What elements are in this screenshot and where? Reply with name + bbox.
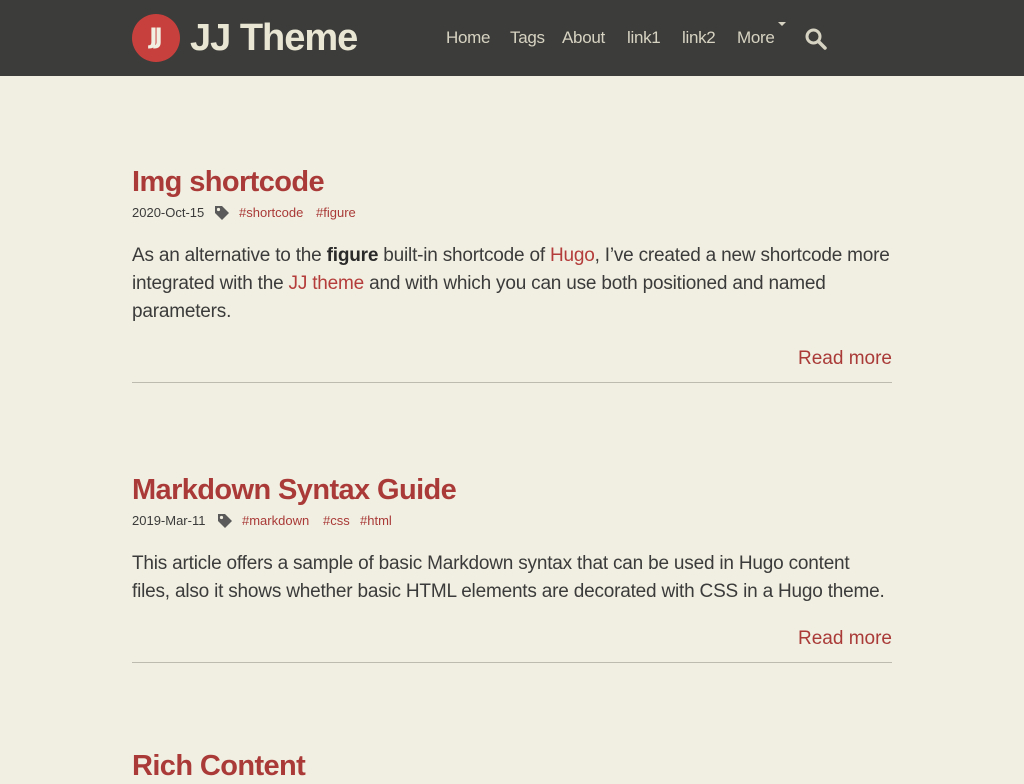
post-date: 2019-Mar-11 [132,513,206,528]
nav-more[interactable]: More [737,26,775,50]
chevron-down-icon[interactable] [778,22,786,26]
nav-tags[interactable]: Tags [510,26,545,50]
post-date: 2020-Oct-15 [132,205,205,220]
excerpt-bold: figure [326,245,379,266]
search-icon[interactable] [804,27,828,51]
read-more-link[interactable]: Read more [798,626,892,652]
logo-icon[interactable]: JJ [132,14,180,62]
tag-link[interactable]: #shortcode [239,204,303,222]
tag-link[interactable]: #markdown [242,512,309,530]
nav-link2[interactable]: link2 [682,26,716,50]
post-meta: 2020-Oct-15 #shortcode #figure [132,204,892,224]
jj-theme-link[interactable]: JJ theme [289,273,365,294]
tag-link[interactable]: #html [360,512,392,530]
tag-icon [217,513,233,529]
site-title[interactable]: JJ Theme [190,14,358,62]
post-meta: 2019-Mar-11 #markdown #css #html [132,512,892,532]
post-excerpt: This article offers a sample of basic Ma… [132,553,885,602]
post-item: Img shortcode 2020-Oct-15 #shortcode #fi… [132,164,892,326]
post-divider [132,662,892,663]
hugo-link[interactable]: Hugo [550,245,595,266]
tag-link[interactable]: #css [323,512,350,530]
post-divider [132,382,892,383]
read-more-link[interactable]: Read more [798,346,892,372]
post-title[interactable]: Markdown Syntax Guide [132,472,457,508]
tag-icon [214,205,230,221]
post-item: Rich Content [132,748,892,784]
post-excerpt: As an alternative to the figure built-in… [132,245,890,322]
nav-link1[interactable]: link1 [627,26,661,50]
nav-about[interactable]: About [562,26,605,50]
nav-home[interactable]: Home [446,26,490,50]
site-header: JJ JJ Theme Home Tags About link1 link2 … [0,0,1024,76]
post-item: Markdown Syntax Guide 2019-Mar-11 #markd… [132,472,892,606]
post-title[interactable]: Img shortcode [132,164,325,200]
post-title[interactable]: Rich Content [132,748,306,784]
tag-link[interactable]: #figure [316,204,356,222]
